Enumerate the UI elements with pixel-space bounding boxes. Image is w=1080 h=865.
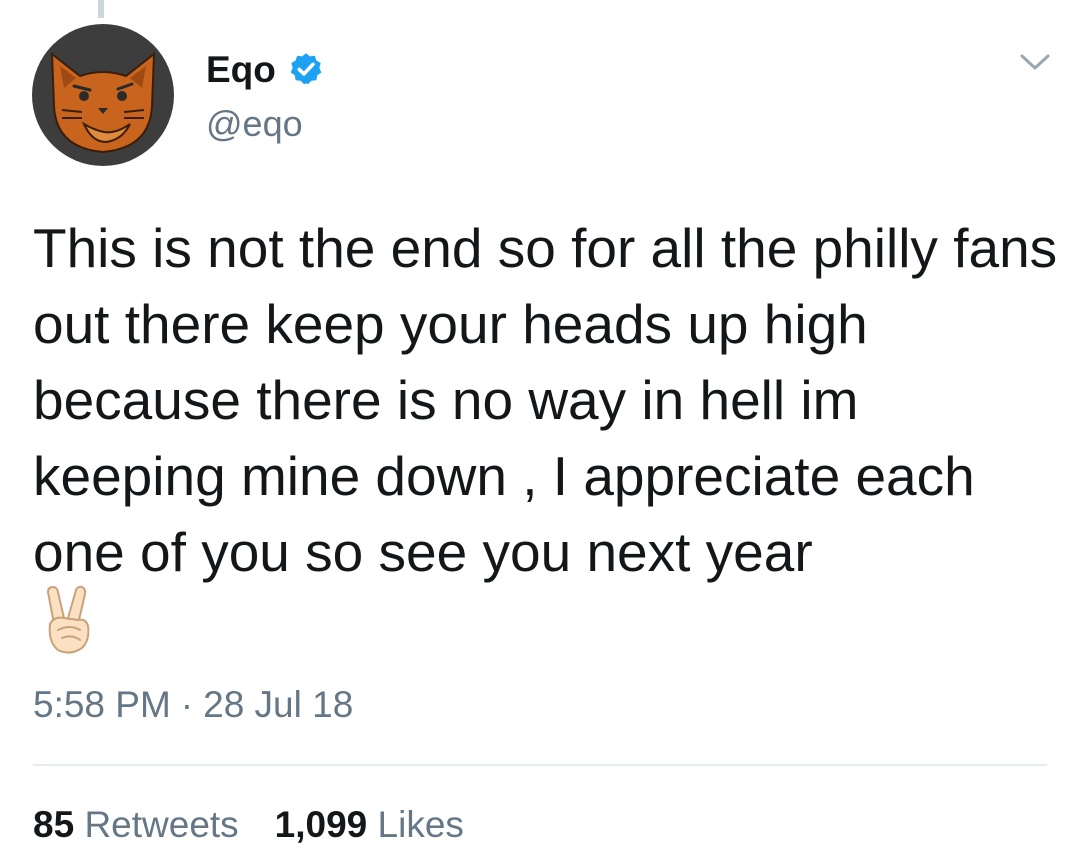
timestamp-separator: · [180,684,194,725]
divider [33,764,1047,766]
cat-face-icon [50,51,156,154]
victory-hand-emoji [47,585,90,654]
likes-label[interactable]: Likes [378,804,464,845]
avatar[interactable] [32,24,174,166]
display-name[interactable]: Eqo [206,51,276,88]
timestamp-time[interactable]: 5:58 PM [33,684,171,725]
display-name-row[interactable]: Eqo [206,44,324,94]
tweet-text: This is not the end so for all the phill… [33,217,1058,583]
timestamp-date[interactable]: 28 Jul 18 [203,684,353,725]
tweet-timestamp[interactable]: 5:58 PM · 28 Jul 18 [33,686,353,723]
thread-connector-line [98,0,104,18]
retweets-stat[interactable]: 85 Retweets [33,806,239,843]
engagement-stats: 85 Retweets 1,099 Likes [33,806,464,843]
retweets-count[interactable]: 85 [33,804,74,845]
retweets-label[interactable]: Retweets [84,804,238,845]
chevron-down-icon[interactable] [1018,50,1052,74]
verified-badge-icon [290,53,322,85]
likes-count[interactable]: 1,099 [275,804,368,845]
likes-stat[interactable]: 1,099 Likes [275,806,464,843]
user-handle[interactable]: @eqo [206,106,303,142]
